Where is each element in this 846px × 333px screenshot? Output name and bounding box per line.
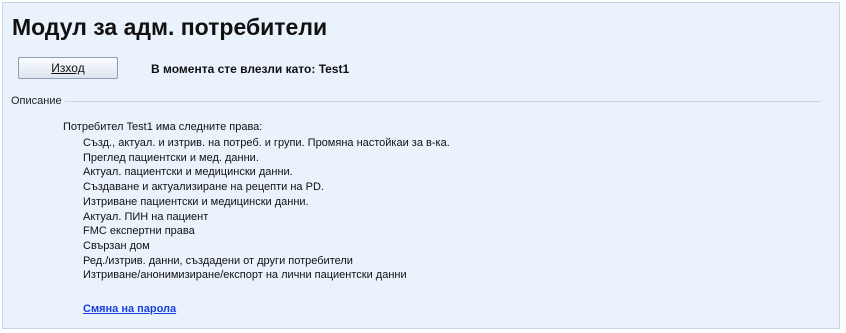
exit-button[interactable]: Изход bbox=[18, 57, 118, 79]
page-title: Модул за адм. потребители bbox=[12, 14, 328, 40]
right-item: FMC експертни права bbox=[83, 225, 195, 238]
right-item: Преглед пациентски и мед. данни. bbox=[83, 151, 259, 164]
exit-button-label: Изход bbox=[51, 61, 85, 75]
right-item: Създ., актуал. и изтрив. на потреб. и гр… bbox=[83, 137, 450, 149]
rights-intro: Потребител Test1 има следните права: bbox=[63, 121, 263, 133]
right-item: Изтриване пациентски и медицински данни. bbox=[83, 195, 309, 208]
right-item: Създаване и актуализиране на рецепти на … bbox=[83, 181, 324, 194]
change-password-link[interactable]: Смяна на парола bbox=[83, 303, 176, 315]
rights-list: Създ., актуал. и изтрив. на потреб. и гр… bbox=[83, 136, 450, 283]
right-item: Изтриване/анонимизиране/експорт на лични… bbox=[83, 269, 407, 282]
right-item: Ред./изтрив. данни, създадени от други п… bbox=[83, 254, 353, 267]
right-item: Актуал. ПИН на пациент bbox=[83, 210, 209, 223]
right-item: Свързан дом bbox=[83, 239, 150, 252]
login-status: В момента сте влезли като: Test1 bbox=[151, 62, 350, 76]
description-legend: Описание bbox=[10, 95, 65, 107]
right-item: Актуал. пациентски и медицински данни. bbox=[83, 166, 293, 179]
user-admin-panel: Модул за адм. потребители Изход В момент… bbox=[2, 2, 840, 329]
description-group: Описание Потребител Test1 има следните п… bbox=[10, 95, 821, 323]
